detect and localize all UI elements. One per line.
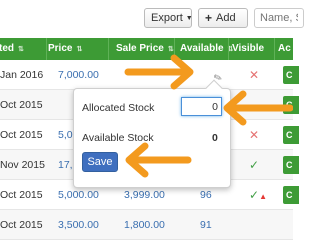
annotation-arrows [124, 54, 293, 178]
annotation-arrow-icon [124, 54, 194, 90]
annotation-arrow-icon [223, 90, 293, 126]
annotation-arrow-icon [125, 142, 192, 178]
